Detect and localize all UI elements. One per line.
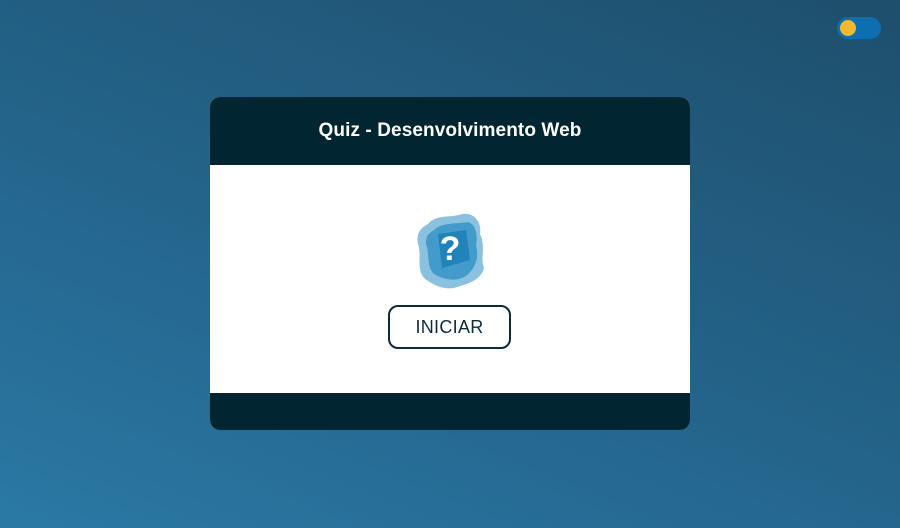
quiz-card-header: Quiz - Desenvolvimento Web [210,97,690,165]
start-button[interactable]: INICIAR [388,305,511,349]
theme-toggle-knob [840,20,856,36]
question-glyph: ? [440,230,461,268]
question-mark-icon: ? [414,210,486,290]
quiz-card-body: ? INICIAR [210,165,690,393]
quiz-card: Quiz - Desenvolvimento Web ? INICIAR [210,97,690,430]
theme-toggle[interactable] [837,17,881,39]
quiz-card-footer [210,393,690,430]
quiz-title: Quiz - Desenvolvimento Web [318,120,582,141]
